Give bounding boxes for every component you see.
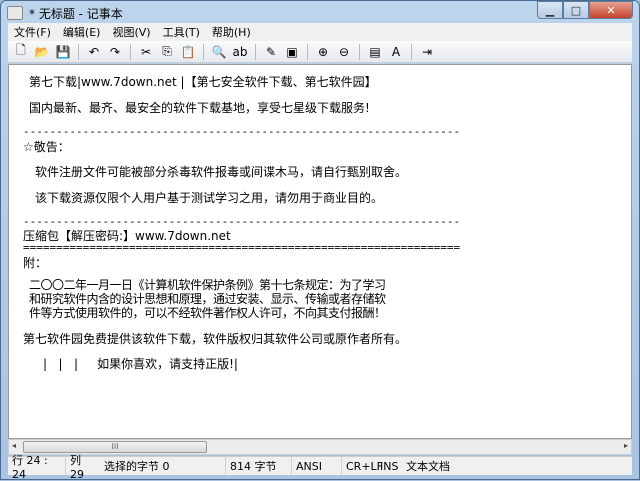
wordwrap-icon[interactable]: ▤ bbox=[366, 43, 384, 61]
text-line: ----------------------------------------… bbox=[23, 215, 461, 228]
notepad-window: * 无标题 - 记事本 ▁ □ ✕ 文件(F) 编辑(E) 视图(V) 工具(T) 帮助… bbox=[0, 0, 640, 481]
status-size: 814 字节 bbox=[226, 457, 292, 475]
paste-icon[interactable]: 📋 bbox=[179, 43, 197, 61]
menu-item[interactable]: 工具(T) bbox=[157, 24, 206, 40]
text-line: ☆敬告： bbox=[23, 140, 70, 154]
status-eol: CR+LF bbox=[346, 459, 383, 473]
gutter bbox=[9, 65, 21, 438]
zoom-out-icon[interactable]: ⊖ bbox=[335, 43, 353, 61]
horizontal-scrollbar[interactable]: ◂ III ▸ bbox=[8, 439, 632, 455]
toolbar-separator bbox=[78, 43, 79, 60]
text-line: ========================================… bbox=[23, 241, 461, 254]
status-bar: 行 24 : 24 列 29 选择的字节 0 814 字节 ANSI CR+LF… bbox=[8, 453, 632, 481]
status-mode: INS bbox=[380, 459, 399, 473]
text-line: ----------------------------------------… bbox=[23, 125, 461, 138]
scroll-right-icon[interactable]: ▸ bbox=[624, 441, 628, 450]
text-line: 第七软件园免费提供该软件下载，软件版权归其软件公司或原作者所有。 bbox=[23, 332, 408, 346]
title-bar: * 无标题 - 记事本 bbox=[7, 3, 123, 23]
menu-item[interactable]: 帮助(H) bbox=[206, 24, 257, 40]
toolbar-separator bbox=[359, 43, 360, 60]
maximize-button[interactable]: □ bbox=[563, 1, 589, 19]
menu-item[interactable]: 文件(F) bbox=[8, 24, 57, 40]
copy-icon[interactable]: ⎘ bbox=[158, 43, 176, 61]
replace-icon[interactable]: ab bbox=[231, 43, 249, 61]
zoom-in-icon[interactable]: ⊕ bbox=[314, 43, 332, 61]
text-editor[interactable]: 第七下载|www.7down.net |【第七安全软件下载、第七软件园】 国内最新… bbox=[8, 64, 632, 439]
text-line: 和研究软件内含的设计思想和原理，通过安装、显示、传输或者存储软 bbox=[29, 292, 386, 306]
window-title: * 无标题 - 记事本 bbox=[29, 6, 123, 21]
status-line: 行 24 : 24 bbox=[8, 454, 66, 481]
open-icon[interactable]: 📂 bbox=[33, 43, 51, 61]
toolbar: 🗋 📂 💾 ↶ ↷ ✂ ⎘ 📋 🔍 ab ✎ ▣ ⊕ ⊖ ▤ A ⇥ bbox=[8, 41, 632, 63]
text-line: 国内最新、最齐、最安全的软件下载基地，享受七星级下载服务! bbox=[29, 101, 370, 115]
undo-icon[interactable]: ↶ bbox=[85, 43, 103, 61]
toolbar-separator bbox=[203, 43, 204, 60]
text-line: 二〇〇二年一月一日《计算机软件保护条例》第十七条规定：为了学习 bbox=[29, 278, 386, 292]
app-icon bbox=[7, 6, 23, 20]
text-line: 该下载资源仅限个人用户基于测试学习之用，请勿用于商业目的。 bbox=[35, 191, 384, 205]
font-icon[interactable]: A bbox=[387, 43, 405, 61]
text-line: | | | 如果你喜欢，请支持正版!| bbox=[43, 357, 238, 371]
redo-icon[interactable]: ↷ bbox=[106, 43, 124, 61]
cut-icon[interactable]: ✂ bbox=[137, 43, 155, 61]
exit-icon[interactable]: ⇥ bbox=[418, 43, 436, 61]
status-encoding: ANSI bbox=[292, 457, 342, 475]
text-line: 第七下载|www.7down.net |【第七安全软件下载、第七软件园】 bbox=[29, 75, 377, 89]
scroll-left-icon[interactable]: ◂ bbox=[12, 441, 16, 450]
goto-icon[interactable]: ✎ bbox=[262, 43, 280, 61]
menu-item[interactable]: 编辑(E) bbox=[57, 24, 107, 40]
text-line: 附： bbox=[23, 256, 48, 270]
save-icon[interactable]: 💾 bbox=[54, 43, 72, 61]
toolbar-separator bbox=[307, 43, 308, 60]
menu-item[interactable]: 视图(V) bbox=[106, 24, 156, 40]
find-icon[interactable]: 🔍 bbox=[210, 43, 228, 61]
minimize-button[interactable]: ▁ bbox=[537, 1, 563, 19]
toolbar-separator bbox=[255, 43, 256, 60]
text-line: 软件注册文件可能被部分杀毒软件报毒或间谍木马，请自行甄别取舍。 bbox=[35, 165, 408, 179]
insert-icon[interactable]: ▣ bbox=[283, 43, 301, 61]
status-type: 文本文档 bbox=[406, 460, 450, 473]
text-line: 件等方式使用软件的，可以不经软件著作权人许可，不向其支付报酬！ bbox=[29, 306, 386, 320]
status-selection: 选择的字节 0 bbox=[100, 457, 226, 475]
status-col: 列 29 bbox=[70, 453, 84, 481]
new-icon[interactable]: 🗋 bbox=[12, 43, 30, 61]
close-button[interactable]: ✕ bbox=[589, 1, 633, 19]
toolbar-separator bbox=[130, 43, 131, 60]
menu-bar: 文件(F) 编辑(E) 视图(V) 工具(T) 帮助(H) bbox=[8, 23, 632, 41]
toolbar-separator bbox=[411, 43, 412, 60]
